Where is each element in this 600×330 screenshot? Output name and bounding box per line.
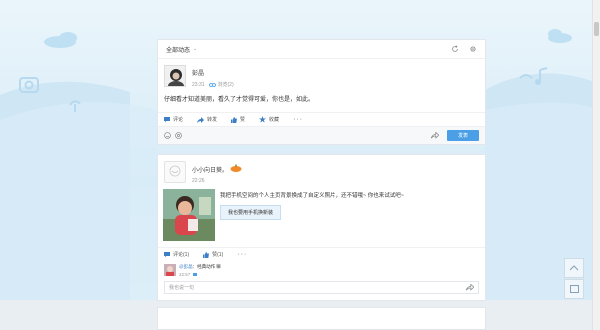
feed-column: 全部动态 ⌄ 彭晶 23:31 浏览(2) 仔细看才知道美丽，看久了才觉得可爱，… xyxy=(157,39,486,301)
avatar[interactable] xyxy=(164,65,186,87)
post-text: 我把手机空间的个人主页背景换成了自定义照片，还不错哦~ 你也来试试吧~ xyxy=(220,193,404,199)
comment-item: @彭晶：经典动作 嘛 22:57 xyxy=(158,261,485,279)
thumbs-up-icon xyxy=(203,251,210,258)
pumpkin-badge-icon xyxy=(230,164,242,172)
scrollbar-thumb[interactable] xyxy=(594,22,599,36)
repost-button[interactable]: 转发 xyxy=(197,116,217,123)
post-author[interactable]: 小小向日葵。 xyxy=(192,164,242,174)
comment-icon xyxy=(164,251,170,257)
thumbs-up-icon xyxy=(231,116,238,123)
chevron-down-icon[interactable]: ⌄ xyxy=(193,46,197,52)
avatar[interactable] xyxy=(164,264,176,276)
repost-icon xyxy=(197,116,205,123)
post-actions: 评论 转发 赞 收藏 ··· xyxy=(158,112,485,126)
post-header: 彭晶 23:31 浏览(2) xyxy=(158,59,485,89)
comment-button[interactable]: 评论 xyxy=(164,116,183,123)
star-icon xyxy=(259,116,267,123)
send-button[interactable]: 发表 xyxy=(447,130,479,141)
comment-text: ：经典动作 嘛 xyxy=(192,264,221,269)
feedback-button[interactable] xyxy=(564,279,584,299)
like-button[interactable]: 赞 xyxy=(231,116,245,123)
emoji-icon[interactable] xyxy=(164,132,171,139)
back-to-top-button[interactable] xyxy=(564,258,584,278)
comment-label: 评论 xyxy=(173,117,184,123)
favorite-label: 收藏 xyxy=(269,117,280,123)
comment-button[interactable]: 评论(1) xyxy=(164,251,189,258)
feed-filter-dropdown[interactable]: 全部动态 xyxy=(166,45,190,54)
reply-input[interactable]: 我也说一句 xyxy=(164,281,479,294)
use-theme-button[interactable]: 我也要用手机换新装 xyxy=(220,205,282,220)
post-author[interactable]: 彭晶 xyxy=(192,68,234,77)
comment-icon xyxy=(164,116,170,122)
reply-icon[interactable] xyxy=(193,273,198,276)
favorite-button[interactable]: 收藏 xyxy=(259,116,279,123)
more-options-icon[interactable]: ··· xyxy=(293,116,303,123)
post-header: 小小向日葵。 22:26 xyxy=(158,155,485,185)
refresh-icon[interactable] xyxy=(451,45,459,53)
comment-compose-bar: 发表 xyxy=(158,126,485,144)
comment-time: 22:57 xyxy=(179,272,191,277)
share-icon[interactable] xyxy=(466,284,474,291)
next-post-card xyxy=(157,307,486,330)
view-count[interactable]: 浏览(2) xyxy=(218,81,234,88)
post-card: 全部动态 ⌄ 彭晶 23:31 浏览(2) 仔细看才知道美丽，看久了才觉得可爱，… xyxy=(157,39,486,145)
more-options-icon[interactable]: ··· xyxy=(237,251,247,258)
feed-topbar: 全部动态 ⌄ xyxy=(158,40,485,59)
like-label: 赞(1) xyxy=(212,252,224,258)
post-card: 小小向日葵。 22:26 我把手机空间的个人主页背景换成了自定义照片，还不错哦~… xyxy=(157,154,486,301)
square-icon xyxy=(569,285,579,293)
at-mention-icon[interactable] xyxy=(175,132,182,139)
post-actions: 评论(1) 赞(1) ··· xyxy=(158,247,485,261)
post-time: 22:26 xyxy=(192,178,205,184)
post-time: 23:31 xyxy=(192,81,205,88)
chevron-up-icon xyxy=(569,265,579,271)
gear-icon[interactable] xyxy=(469,45,477,53)
reply-placeholder: 我也说一句 xyxy=(169,285,195,291)
repost-label: 转发 xyxy=(207,117,218,123)
post-photo[interactable] xyxy=(163,189,215,241)
comment-author[interactable]: @彭晶 xyxy=(179,264,193,269)
page-scrollbar[interactable] xyxy=(592,0,600,330)
like-label: 赞 xyxy=(240,117,246,123)
like-button[interactable]: 赞(1) xyxy=(203,251,223,258)
eye-icon xyxy=(208,82,216,87)
avatar[interactable] xyxy=(164,161,186,183)
share-icon[interactable] xyxy=(431,132,439,139)
post-text: 仔细看才知道美丽，看久了才觉得可爱，你也是，如此。 xyxy=(164,97,315,103)
comment-label: 评论(1) xyxy=(173,252,190,258)
